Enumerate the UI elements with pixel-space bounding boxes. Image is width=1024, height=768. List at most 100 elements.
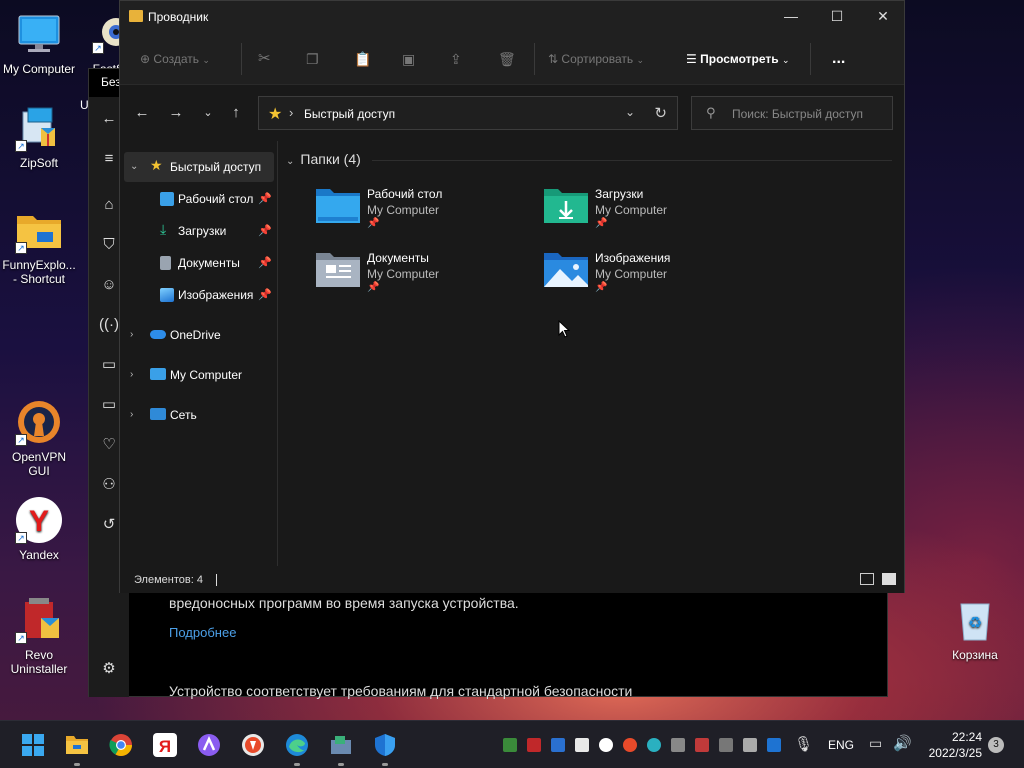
rename-icon[interactable]: ▣ (402, 47, 415, 71)
sort-label: Сортировать (561, 52, 634, 66)
desktop-icon-zipsoft[interactable]: ↗ ZipSoft (0, 104, 78, 170)
gear-icon[interactable]: ⚙ (99, 659, 119, 679)
heart-pulse-icon[interactable]: ♡ (99, 435, 119, 455)
tray-shield-icon[interactable] (767, 738, 781, 752)
refresh-icon[interactable]: ↻ (654, 104, 667, 122)
taskbar-windows-security[interactable] (373, 733, 397, 766)
details-view-icon[interactable] (860, 573, 874, 585)
nav-item-downloads[interactable]: ⤓ Загрузки 📌 (124, 216, 274, 246)
clock[interactable]: 22:24 2022/3/25 (929, 729, 982, 761)
nav-item-quick-access[interactable]: ⌄ ★ Быстрый доступ (124, 152, 274, 182)
network-icon[interactable]: ▭ (869, 735, 882, 752)
tiles-view-icon[interactable] (882, 573, 896, 585)
wifi-icon[interactable]: ((·)) (99, 315, 124, 335)
divider (810, 43, 811, 75)
minimize-button[interactable]: — (768, 1, 814, 33)
taskbar-alice[interactable] (197, 733, 221, 757)
chevron-down-icon: ⌄ (636, 55, 644, 65)
more-options-button[interactable]: ... (832, 47, 845, 71)
family-icon[interactable]: ⚇ (99, 475, 119, 495)
create-button[interactable]: ⊕ Создать ⌄ (140, 47, 210, 71)
sort-arrows-icon: ⇅ (548, 52, 559, 66)
volume-icon[interactable]: 🔊 (893, 734, 912, 752)
folder-tile-documents[interactable]: Документы My Computer 📌 (316, 247, 536, 303)
document-icon (160, 256, 171, 270)
nav-item-my-computer[interactable]: › My Computer (124, 360, 274, 390)
learn-more-link[interactable]: Подробнее (169, 625, 236, 640)
shield-icon[interactable]: ⛉ (99, 235, 119, 255)
copy-icon[interactable]: ❐ (306, 47, 319, 71)
microphone-icon[interactable]: 🎙 (794, 735, 813, 753)
desktop-icon-yandex[interactable]: Y ↗ Yandex (0, 496, 78, 562)
close-button[interactable]: ✕ (860, 1, 906, 33)
nav-item-network[interactable]: › Сеть (124, 400, 274, 430)
tray-yandex-icon[interactable] (599, 738, 613, 752)
cut-icon[interactable]: ✂ (258, 47, 271, 71)
running-indicator (74, 763, 80, 766)
tray-app-icon[interactable] (743, 738, 757, 752)
history-icon[interactable]: ↺ (99, 515, 119, 535)
desktop-icon-revo[interactable]: ↗ Revo Uninstaller (0, 596, 78, 676)
desktop-icon-openvpn[interactable]: ↗ OpenVPN GUI (0, 398, 78, 478)
desktop-icon-label: My Computer (2, 62, 76, 76)
search-input[interactable]: ⚲ Поиск: Быстрый доступ (691, 96, 893, 130)
forward-arrow-icon[interactable]: → (164, 103, 188, 123)
tray-app-icon[interactable] (551, 738, 565, 752)
taskbar-app[interactable] (329, 733, 353, 766)
taskbar-chrome[interactable] (109, 733, 133, 757)
desktop-icon-my-computer[interactable]: My Computer (0, 10, 78, 76)
nav-item-desktop[interactable]: Рабочий стол 📌 (124, 184, 274, 214)
tray-app-icon[interactable] (647, 738, 661, 752)
back-arrow-icon[interactable]: ← (99, 109, 119, 129)
address-bar[interactable]: ★ › Быстрый доступ ⌄ ↻ (258, 96, 678, 130)
nav-item-pictures[interactable]: Изображения 📌 (124, 280, 274, 310)
group-header[interactable]: ⌄ Папки (4) (286, 151, 361, 167)
folder-tile-desktop[interactable]: Рабочий стол My Computer 📌 (316, 183, 536, 239)
folder-location: My Computer (367, 203, 440, 217)
tray-app-icon[interactable] (719, 738, 733, 752)
notification-badge[interactable]: 3 (988, 737, 1004, 753)
delete-icon[interactable]: 🗑 (498, 47, 516, 71)
taskbar-edge[interactable] (285, 733, 309, 766)
image-icon (160, 288, 174, 302)
hamburger-menu-icon[interactable]: ≡ (99, 149, 119, 169)
view-button[interactable]: ☰ Просмотреть ⌄ (686, 47, 790, 71)
laptop-icon[interactable]: ▭ (99, 395, 119, 415)
person-icon[interactable]: ☺ (99, 275, 119, 295)
tray-app-icon[interactable] (575, 738, 589, 752)
desktop-icon-funnyexplorer[interactable]: ↗ FunnyExplo... - Shortcut (0, 206, 78, 286)
folder-tile-pictures[interactable]: Изображения My Computer 📌 (544, 247, 764, 303)
back-arrow-icon[interactable]: ← (130, 103, 154, 123)
recent-chevron-icon[interactable]: ⌄ (196, 103, 220, 123)
nav-item-documents[interactable]: Документы 📌 (124, 248, 274, 278)
folder-location: My Computer (367, 267, 440, 281)
up-arrow-icon[interactable]: ↑ (224, 103, 248, 123)
folder-tile-downloads[interactable]: Загрузки My Computer 📌 (544, 183, 764, 239)
language-indicator[interactable]: ENG (828, 738, 854, 752)
create-label: Создать (153, 52, 200, 66)
tray-app-icon[interactable] (695, 738, 709, 752)
title-bar[interactable]: Проводник — ☐ ✕ (120, 1, 904, 33)
nav-item-onedrive[interactable]: › OneDrive (124, 320, 274, 350)
maximize-button[interactable]: ☐ (814, 1, 860, 33)
divider (241, 43, 242, 75)
taskbar-browser[interactable] (241, 733, 265, 757)
taskbar-yandex-browser[interactable]: Я (153, 733, 177, 757)
plus-circle-icon: ⊕ (140, 52, 151, 66)
app-browser-icon[interactable]: ▭ (99, 355, 119, 375)
tray-app-icon[interactable] (527, 738, 541, 752)
tray-app-icon[interactable] (671, 738, 685, 752)
desktop-icon-recycle-bin[interactable]: ♻ Корзина (936, 596, 1014, 662)
chevron-down-icon[interactable]: ⌄ (625, 105, 635, 119)
tray-browser-icon[interactable] (623, 738, 637, 752)
taskbar-file-explorer[interactable] (65, 733, 89, 766)
share-icon[interactable]: ⇪ (450, 47, 462, 71)
tray-app-icon[interactable] (503, 738, 517, 752)
start-button[interactable] (21, 733, 45, 757)
home-icon[interactable]: ⌂ (99, 195, 119, 215)
mouse-cursor-icon (558, 320, 570, 338)
sort-button[interactable]: ⇅ Сортировать ⌄ (548, 47, 644, 71)
shortcut-arrow-icon: ↗ (15, 632, 27, 644)
file-explorer-window[interactable]: Проводник — ☐ ✕ ⊕ Создать ⌄ ✂ ❐ 📋 ▣ ⇪ 🗑 … (119, 0, 905, 593)
paste-icon[interactable]: 📋 (354, 47, 371, 71)
